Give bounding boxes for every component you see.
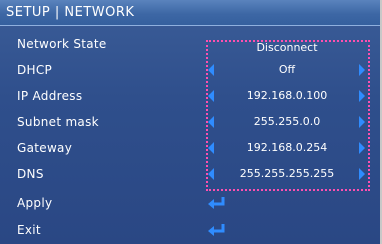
triangle-right-icon[interactable]	[359, 142, 365, 154]
row-dns[interactable]: DNS 255.255.255.255	[0, 161, 380, 187]
dns-value[interactable]: 255.255.255.255	[220, 161, 354, 187]
gateway-value[interactable]: 192.168.0.254	[220, 135, 354, 161]
row-gateway[interactable]: Gateway 192.168.0.254	[0, 135, 380, 161]
subnet-mask-label: Subnet mask	[17, 115, 99, 129]
subnet-mask-value[interactable]: 255.255.0.0	[220, 109, 354, 135]
triangle-right-icon[interactable]	[359, 90, 365, 102]
apply-label[interactable]: Apply	[17, 190, 52, 216]
triangle-left-icon[interactable]	[208, 64, 214, 76]
network-state-label: Network State	[17, 37, 107, 51]
dhcp-label: DHCP	[17, 63, 53, 77]
triangle-left-icon[interactable]	[208, 142, 214, 154]
dhcp-value[interactable]: Off	[220, 57, 354, 83]
triangle-right-icon[interactable]	[359, 168, 365, 180]
gateway-label: Gateway	[17, 141, 73, 155]
network-settings-panel: SETUP | NETWORK Network State Disconnect…	[0, 0, 380, 244]
row-apply[interactable]: Apply	[0, 190, 380, 216]
row-network-state[interactable]: Network State Disconnect	[0, 31, 380, 57]
exit-label[interactable]: Exit	[17, 217, 41, 243]
ip-address-value[interactable]: 192.168.0.100	[220, 83, 354, 109]
row-exit[interactable]: Exit	[0, 217, 380, 243]
row-ip-address[interactable]: IP Address 192.168.0.100	[0, 83, 380, 109]
triangle-left-icon[interactable]	[208, 90, 214, 102]
enter-arrow-icon[interactable]	[207, 223, 227, 237]
triangle-left-icon[interactable]	[208, 116, 214, 128]
row-subnet-mask[interactable]: Subnet mask 255.255.0.0	[0, 109, 380, 135]
enter-arrow-icon[interactable]	[207, 196, 227, 210]
triangle-right-icon[interactable]	[359, 116, 365, 128]
triangle-left-icon[interactable]	[208, 168, 214, 180]
dns-label: DNS	[17, 167, 44, 181]
triangle-right-icon[interactable]	[359, 64, 365, 76]
ip-address-label: IP Address	[17, 89, 83, 103]
row-dhcp[interactable]: DHCP Off	[0, 57, 380, 83]
page-title: SETUP | NETWORK	[0, 0, 380, 26]
